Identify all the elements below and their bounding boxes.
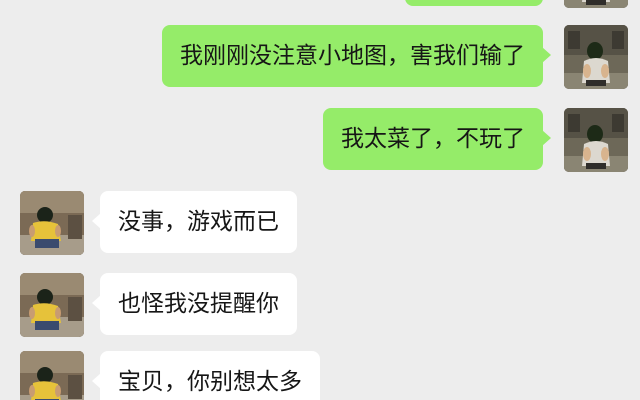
message-row-outgoing: 我刚刚没注意小地图，害我们输了 (0, 25, 640, 89)
message-bubble-outgoing[interactable]: 我刚刚没注意小地图，害我们输了 (162, 25, 551, 87)
message-row-outgoing: 我太菜了，不玩了 (0, 108, 640, 172)
user-photo-icon (564, 0, 628, 8)
contact-photo-icon (20, 191, 84, 255)
message-bubble-incoming[interactable]: 没事，游戏而已 (92, 191, 297, 253)
my-avatar[interactable] (564, 25, 628, 89)
message-bubble-outgoing[interactable] (405, 0, 543, 6)
contact-avatar[interactable] (20, 351, 84, 400)
contact-photo-icon (20, 351, 84, 400)
message-row-incoming: 也怪我没提醒你 (0, 273, 640, 337)
contact-photo-icon (20, 273, 84, 337)
my-avatar[interactable] (564, 108, 628, 172)
message-row-incoming: 没事，游戏而已 (0, 191, 640, 255)
user-photo-icon (564, 108, 628, 172)
my-avatar[interactable] (564, 0, 628, 8)
message-row-outgoing (0, 0, 640, 8)
message-row-incoming: 宝贝，你别想太多 (0, 351, 640, 400)
contact-avatar[interactable] (20, 191, 84, 255)
user-photo-icon (564, 25, 628, 89)
message-bubble-outgoing[interactable]: 我太菜了，不玩了 (323, 108, 551, 170)
chat-message-list[interactable]: 我刚刚没注意小地图，害我们输了 我太菜了，不玩了 没事，游戏而已 也怪我没提醒你… (0, 0, 640, 400)
contact-avatar[interactable] (20, 273, 84, 337)
message-bubble-incoming[interactable]: 宝贝，你别想太多 (92, 351, 320, 400)
message-bubble-incoming[interactable]: 也怪我没提醒你 (92, 273, 297, 335)
